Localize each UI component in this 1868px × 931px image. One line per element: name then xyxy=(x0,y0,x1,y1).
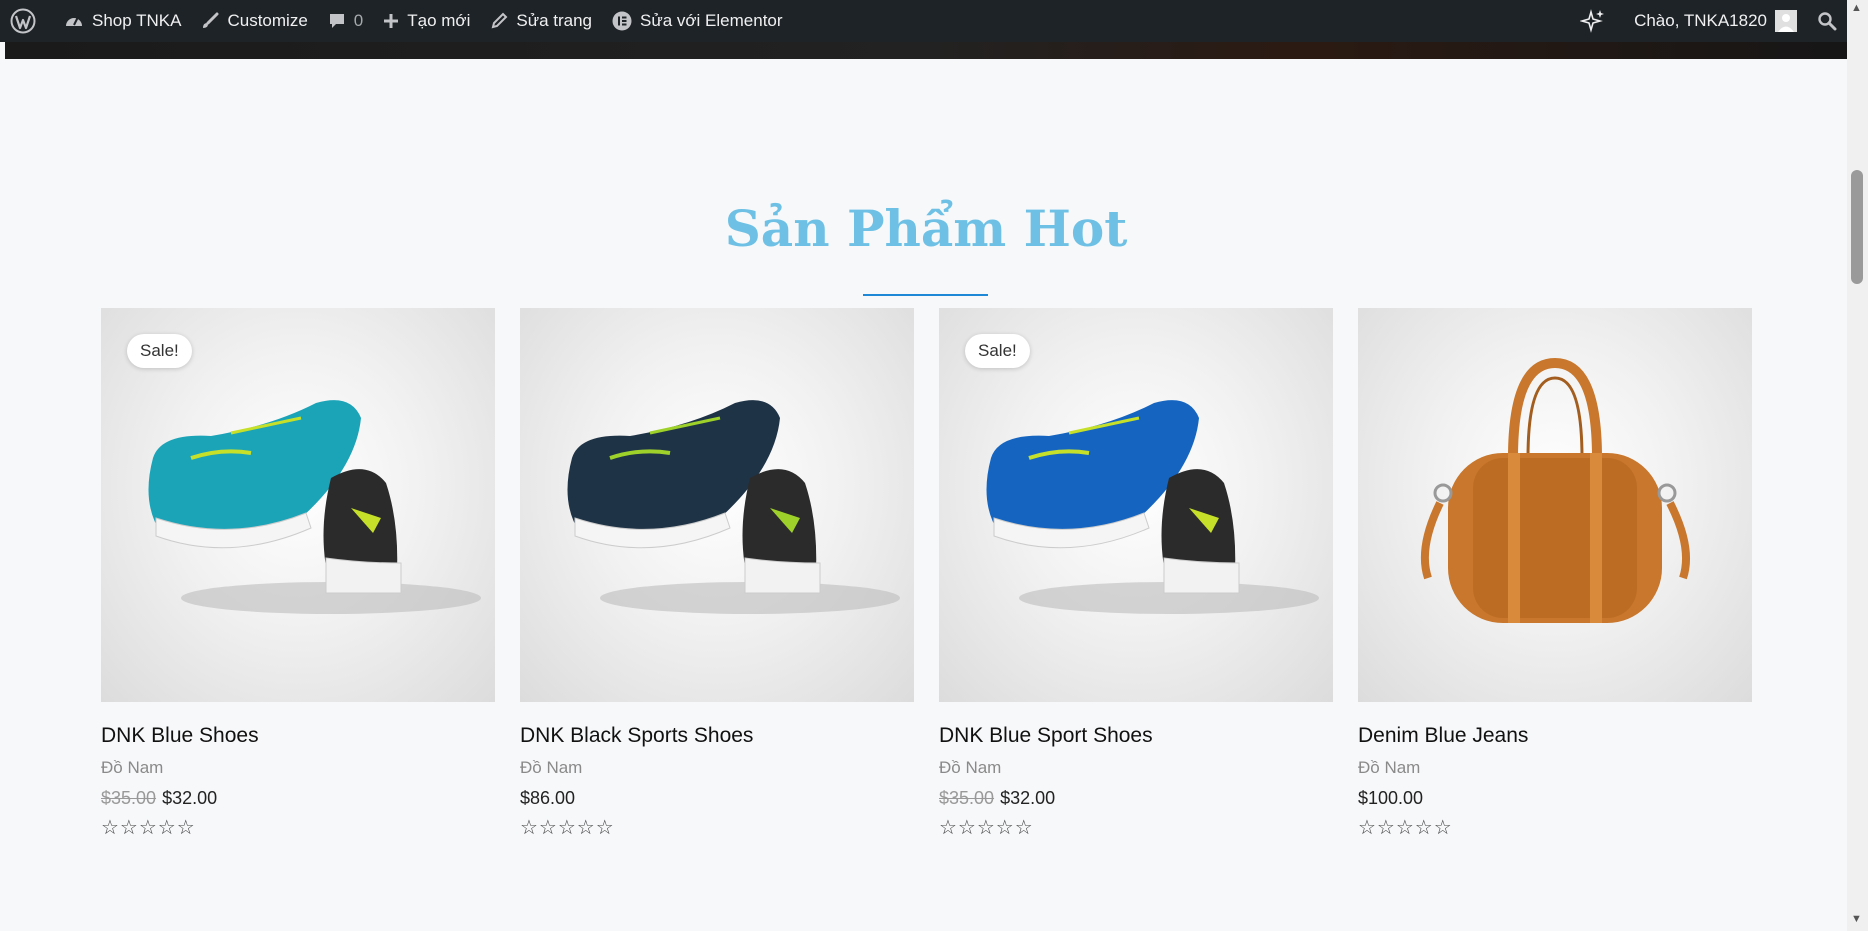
regular-price: $86.00 xyxy=(520,788,576,808)
sale-price: $32.00 xyxy=(162,788,218,808)
search-button[interactable] xyxy=(1807,0,1847,42)
product-price: $35.00 $32.00 xyxy=(939,788,1333,809)
search-icon xyxy=(1817,11,1837,31)
sparkle-icon xyxy=(1580,8,1606,34)
edit-page-label: Sửa trang xyxy=(516,11,593,30)
old-price: $35.00 xyxy=(939,788,995,808)
new-label: Tạo mới xyxy=(407,11,471,30)
product-category: Đồ Nam xyxy=(101,758,164,777)
edit-page-link[interactable]: Sửa trang xyxy=(480,0,602,42)
section-title: Sản Phẩm Hot xyxy=(724,199,1128,258)
product-title[interactable]: DNK Blue Sport Shoes xyxy=(939,724,1333,748)
sale-price: $32.00 xyxy=(1000,788,1056,808)
wordpress-logo-icon xyxy=(10,8,36,34)
product-price: $35.00 $32.00 xyxy=(101,788,495,809)
greeting: Chào, TNKA1820 xyxy=(1634,11,1767,30)
product-category: Đồ Nam xyxy=(1358,758,1421,777)
elementor-icon xyxy=(612,11,632,31)
product-price: $86.00 xyxy=(520,788,914,809)
customize-label: Customize xyxy=(227,11,308,30)
page-scrollbar[interactable] xyxy=(1847,0,1868,931)
product-title[interactable]: Denim Blue Jeans xyxy=(1358,724,1752,748)
product-image[interactable]: Sale! xyxy=(939,308,1333,702)
pencil-icon xyxy=(490,12,508,30)
paintbrush-icon xyxy=(201,12,219,30)
product-category: Đồ Nam xyxy=(939,758,1002,777)
customize-link[interactable]: Customize xyxy=(191,0,317,42)
plus-icon xyxy=(383,13,399,29)
edit-elementor-link[interactable]: Sửa với Elementor xyxy=(602,0,793,42)
product-card[interactable]: DNK Black Sports Shoes Đồ Nam $86.00 ☆☆☆… xyxy=(520,308,914,840)
comments-link[interactable]: 0 xyxy=(318,0,373,42)
admin-bar: Shop TNKA Customize 0 Tạo mới Sửa trang … xyxy=(0,0,1847,42)
wordpress-menu[interactable] xyxy=(0,0,54,42)
site-name: Shop TNKA xyxy=(92,11,182,30)
product-title[interactable]: DNK Black Sports Shoes xyxy=(520,724,914,748)
product-card[interactable]: Sale! DNK Blue Shoes Đồ Nam $35.00 $32.00… xyxy=(101,308,495,840)
product-image[interactable]: Sale! xyxy=(101,308,495,702)
my-account-menu[interactable]: Chào, TNKA1820 xyxy=(1624,0,1807,42)
dashboard-gauge-icon xyxy=(64,11,84,31)
scroll-up-arrow-icon[interactable]: ▲ xyxy=(1851,2,1862,14)
scrollbar-thumb[interactable] xyxy=(1851,170,1863,284)
edit-elementor-label: Sửa với Elementor xyxy=(640,11,783,30)
comment-count: 0 xyxy=(353,11,364,30)
ai-sparkle-button[interactable] xyxy=(1570,0,1624,42)
avatar xyxy=(1775,10,1797,32)
product-card[interactable]: Denim Blue Jeans Đồ Nam $100.00 ☆☆☆☆☆ xyxy=(1358,308,1752,840)
hero-banner-bottom xyxy=(5,42,1847,59)
regular-price: $100.00 xyxy=(1358,788,1424,808)
handbag-image-icon xyxy=(1420,357,1690,623)
old-price: $35.00 xyxy=(101,788,157,808)
product-price: $100.00 xyxy=(1358,788,1752,809)
title-divider xyxy=(863,294,988,296)
star-rating: ☆☆☆☆☆ xyxy=(1358,817,1453,839)
scroll-down-arrow-icon[interactable]: ▼ xyxy=(1851,913,1862,925)
sale-badge: Sale! xyxy=(965,334,1030,368)
shoe-image-icon xyxy=(567,400,900,614)
product-image[interactable] xyxy=(1358,308,1752,702)
product-image[interactable] xyxy=(520,308,914,702)
star-rating: ☆☆☆☆☆ xyxy=(939,817,1034,839)
new-content-menu[interactable]: Tạo mới xyxy=(373,0,480,42)
product-title[interactable]: DNK Blue Shoes xyxy=(101,724,495,748)
site-name-menu[interactable]: Shop TNKA xyxy=(54,0,191,42)
star-rating: ☆☆☆☆☆ xyxy=(101,817,196,839)
star-rating: ☆☆☆☆☆ xyxy=(520,817,615,839)
sale-badge: Sale! xyxy=(127,334,192,368)
product-category: Đồ Nam xyxy=(520,758,583,777)
comment-bubble-icon xyxy=(328,12,346,30)
product-card[interactable]: Sale! DNK Blue Sport Shoes Đồ Nam $35.00… xyxy=(939,308,1333,840)
